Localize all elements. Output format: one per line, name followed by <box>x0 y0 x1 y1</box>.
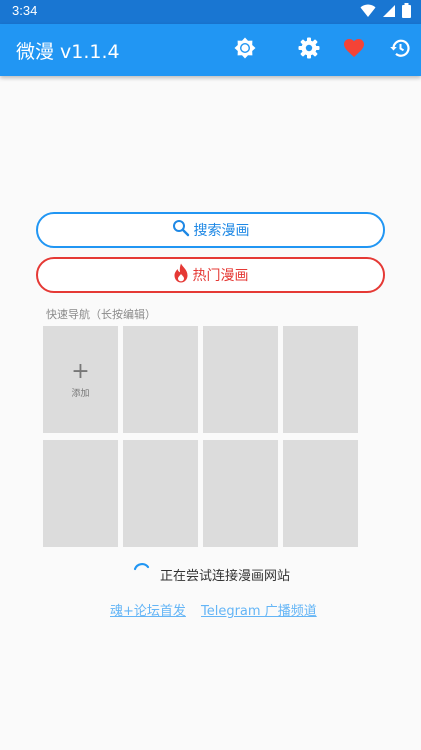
brightness-icon <box>233 36 257 64</box>
history-icon <box>388 36 412 64</box>
signal-icon <box>382 3 396 22</box>
forum-link[interactable]: 魂+论坛首发 <box>110 600 186 619</box>
brightness-button[interactable] <box>231 36 259 64</box>
favorite-icon <box>342 36 366 64</box>
quick-nav-slot[interactable] <box>43 440 118 547</box>
fire-icon <box>173 263 189 287</box>
loading-spinner-icon <box>132 562 152 586</box>
app-title: 微漫 v1.1.4 <box>16 41 120 63</box>
add-icon: + <box>71 358 90 384</box>
quick-nav-add-tile[interactable]: + 添加 <box>43 326 118 433</box>
quick-nav-slot[interactable] <box>123 440 198 547</box>
app-bar: 微漫 v1.1.4 <box>0 24 421 76</box>
quick-nav-slot[interactable] <box>123 326 198 433</box>
connection-status-text: 正在尝试连接漫画网站 <box>160 568 291 584</box>
status-time: 3:34 <box>12 3 38 18</box>
search-comics-label: 搜索漫画 <box>193 223 250 239</box>
quick-nav-slot[interactable] <box>203 326 278 433</box>
hot-comics-button[interactable]: 热门漫画 <box>36 257 385 293</box>
status-icons <box>360 2 411 22</box>
hot-comics-label: 热门漫画 <box>192 268 249 284</box>
status-bar: 3:34 <box>0 0 421 24</box>
history-button[interactable] <box>386 36 414 64</box>
quick-nav-slot[interactable] <box>283 440 358 547</box>
connection-status: 正在尝试连接漫画网站 <box>132 562 290 586</box>
quick-nav-title: 快速导航（长按编辑） <box>46 308 156 321</box>
quick-nav-slot[interactable] <box>283 326 358 433</box>
favorite-button[interactable] <box>340 36 368 64</box>
quick-nav-grid: + 添加 <box>43 326 360 547</box>
telegram-link[interactable]: Telegram 广播频道 <box>201 600 317 619</box>
search-comics-button[interactable]: 搜索漫画 <box>36 212 385 248</box>
add-label: 添加 <box>71 388 90 399</box>
quick-nav-slot[interactable] <box>203 440 278 547</box>
settings-button[interactable] <box>295 36 323 64</box>
search-icon <box>172 219 190 241</box>
settings-icon <box>297 36 321 64</box>
wifi-icon <box>360 3 376 22</box>
battery-icon <box>402 2 411 22</box>
